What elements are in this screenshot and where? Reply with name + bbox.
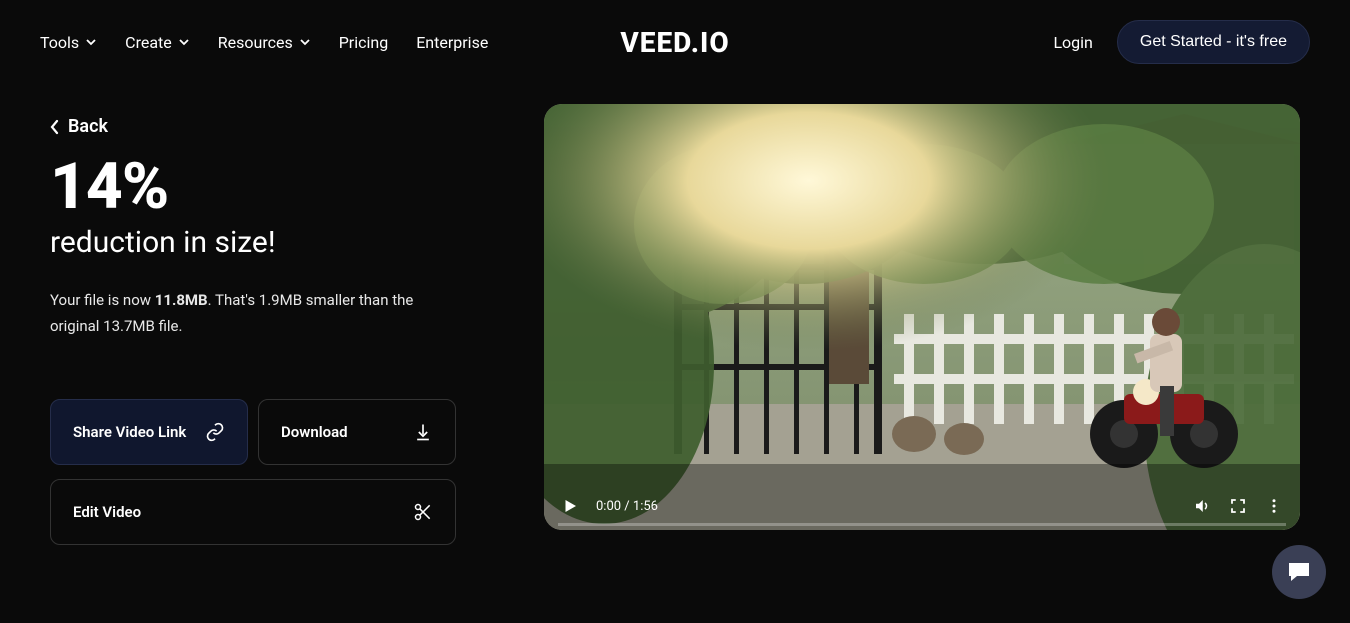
download-button[interactable]: Download bbox=[258, 399, 456, 465]
logo[interactable]: VEED.IO bbox=[620, 26, 729, 59]
nav-pricing[interactable]: Pricing bbox=[339, 33, 389, 52]
download-label: Download bbox=[281, 423, 348, 441]
download-icon bbox=[413, 422, 433, 442]
back-button[interactable]: Back bbox=[50, 116, 108, 137]
chat-icon bbox=[1287, 561, 1311, 583]
fullscreen-icon bbox=[1229, 497, 1247, 515]
chevron-left-icon bbox=[50, 119, 60, 135]
scissors-icon bbox=[413, 502, 433, 522]
share-link-button[interactable]: Share Video Link bbox=[50, 399, 248, 465]
header: Tools Create Resources Pricing Enterpris… bbox=[0, 0, 1350, 84]
chat-fab[interactable] bbox=[1272, 545, 1326, 599]
more-button[interactable] bbox=[1264, 496, 1284, 516]
desc-size: 11.8MB bbox=[155, 291, 208, 309]
desc-pre: Your file is now bbox=[50, 291, 155, 309]
video-thumbnail bbox=[544, 104, 1300, 530]
main: Back 14% reduction in size! Your file is… bbox=[0, 84, 1350, 545]
nav-tools[interactable]: Tools bbox=[40, 33, 97, 52]
nav-label: Resources bbox=[218, 33, 293, 52]
chevron-down-icon bbox=[299, 36, 311, 48]
edit-video-button[interactable]: Edit Video bbox=[50, 479, 456, 545]
nav-left: Tools Create Resources Pricing Enterpris… bbox=[40, 33, 488, 52]
video-progress[interactable] bbox=[558, 523, 1286, 526]
reduction-subtitle: reduction in size! bbox=[50, 225, 490, 260]
chevron-down-icon bbox=[85, 36, 97, 48]
video-column: 0:00 / 1:56 bbox=[530, 104, 1300, 545]
nav-label: Pricing bbox=[339, 33, 389, 52]
duration: 1:56 bbox=[633, 499, 658, 514]
more-vertical-icon bbox=[1265, 497, 1283, 515]
nav-label: Create bbox=[125, 33, 172, 52]
play-icon bbox=[561, 497, 579, 515]
nav-enterprise[interactable]: Enterprise bbox=[416, 33, 488, 52]
login-link[interactable]: Login bbox=[1053, 33, 1092, 52]
result-panel: Back 14% reduction in size! Your file is… bbox=[50, 104, 490, 545]
chevron-down-icon bbox=[178, 36, 190, 48]
video-time: 0:00 / 1:56 bbox=[596, 499, 658, 514]
nav-label: Tools bbox=[40, 33, 79, 52]
action-row: Share Video Link Download bbox=[50, 399, 490, 465]
nav-label: Enterprise bbox=[416, 33, 488, 52]
back-label: Back bbox=[68, 116, 108, 137]
volume-button[interactable] bbox=[1192, 496, 1212, 516]
link-icon bbox=[205, 422, 225, 442]
nav-resources[interactable]: Resources bbox=[218, 33, 311, 52]
get-started-button[interactable]: Get Started - it's free bbox=[1117, 20, 1310, 64]
share-label: Share Video Link bbox=[73, 423, 186, 441]
play-button[interactable] bbox=[560, 496, 580, 516]
volume-icon bbox=[1193, 497, 1211, 515]
nav-right: Login Get Started - it's free bbox=[1053, 20, 1310, 64]
edit-label: Edit Video bbox=[73, 503, 141, 521]
fullscreen-button[interactable] bbox=[1228, 496, 1248, 516]
video-player[interactable]: 0:00 / 1:56 bbox=[544, 104, 1300, 530]
reduction-percent: 14% bbox=[50, 155, 490, 219]
nav-create[interactable]: Create bbox=[125, 33, 190, 52]
current-time: 0:00 bbox=[596, 499, 621, 514]
reduction-description: Your file is now 11.8MB. That's 1.9MB sm… bbox=[50, 288, 450, 339]
